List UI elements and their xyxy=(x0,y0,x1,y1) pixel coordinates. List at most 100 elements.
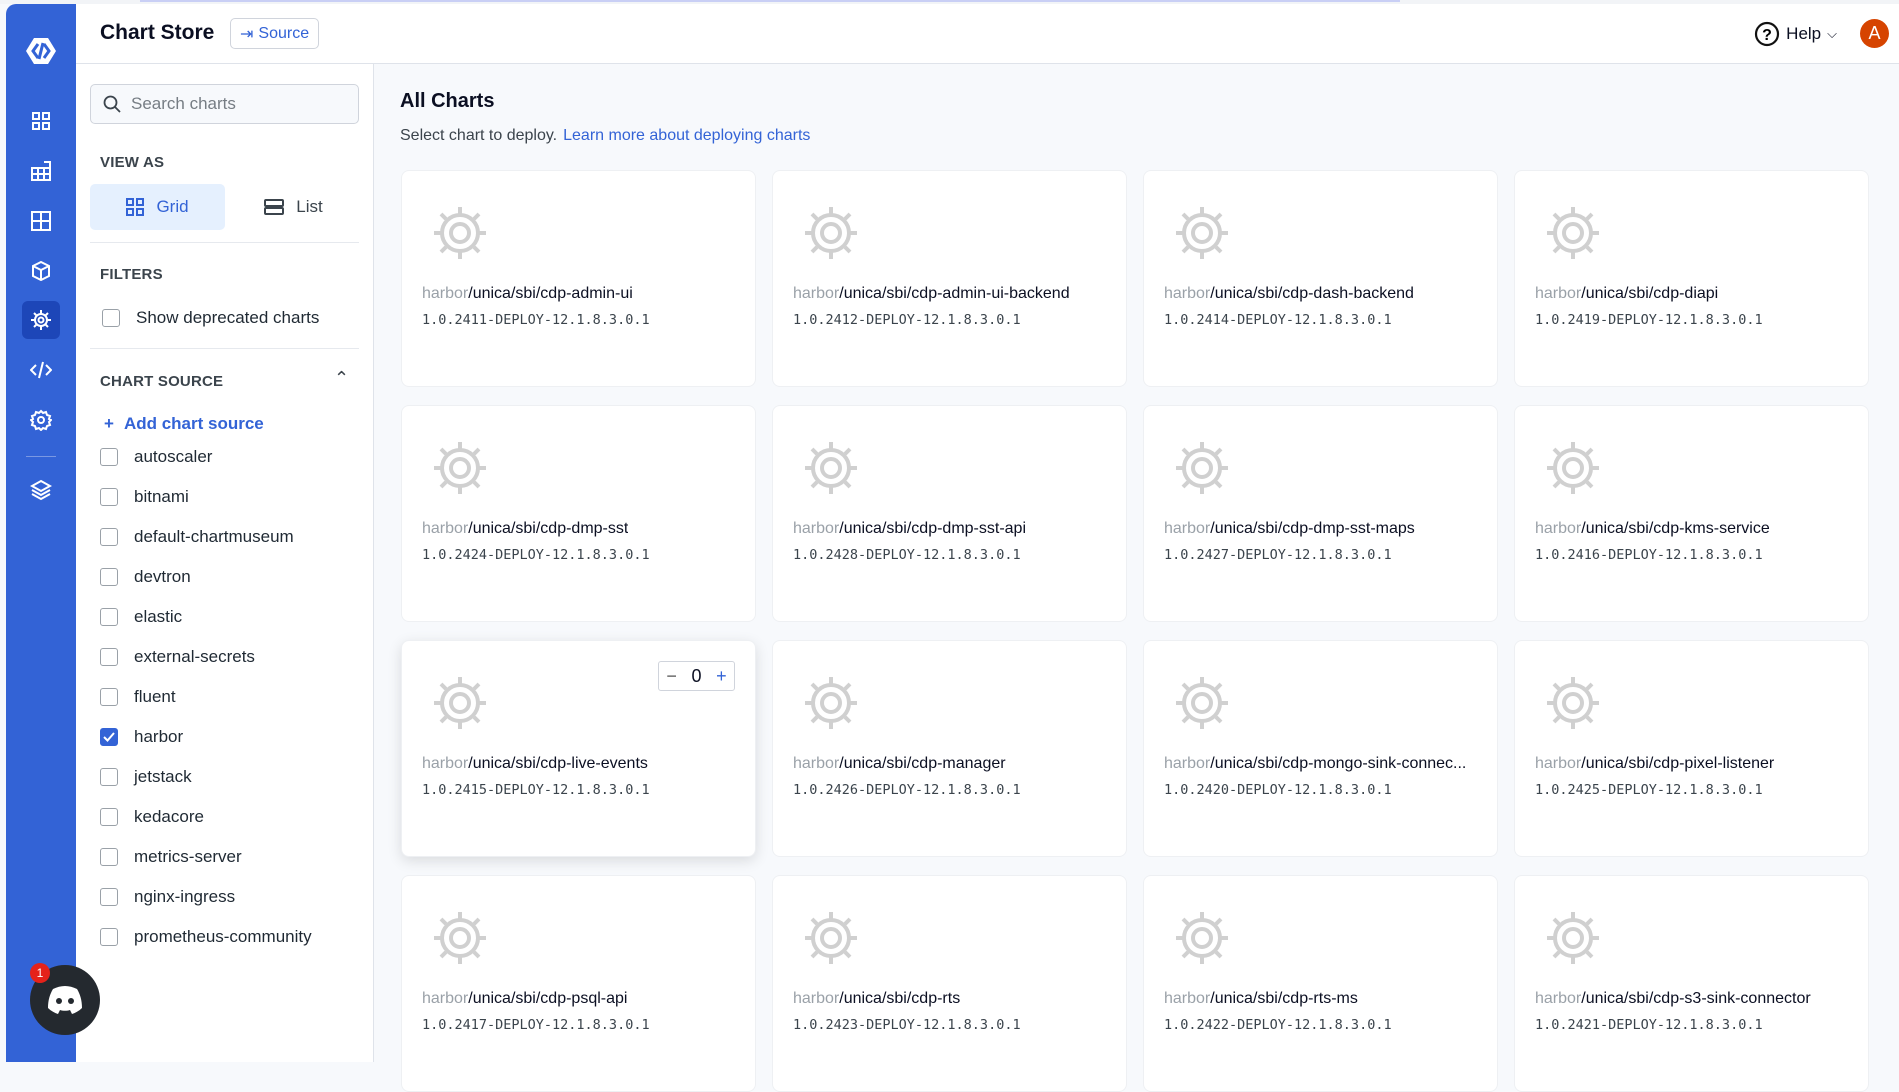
chart-card[interactable]: harbor/unica/sbi/cdp-psql-api 1.0.2417-DE… xyxy=(401,875,756,1092)
help-menu[interactable]: ? Help ⌵ xyxy=(1754,21,1837,47)
chart-version: 1.0.2422-DEPLOY-12.1.8.3.0.1 xyxy=(1164,1017,1392,1033)
chart-source-checkbox-jetstack[interactable]: jetstack xyxy=(100,767,192,787)
chart-repo: harbor xyxy=(793,990,840,1007)
chart-repo: harbor xyxy=(1535,520,1582,537)
chart-source-checkbox-default-chartmuseum[interactable]: default-chartmuseum xyxy=(100,527,294,547)
learn-more-link[interactable]: Learn more about deploying charts xyxy=(563,127,810,144)
section-title: All Charts xyxy=(400,90,495,112)
chart-name: harbor/unica/sbi/cdp-rts xyxy=(793,990,960,1008)
chart-card[interactable]: harbor/unica/sbi/cdp-dash-backend 1.0.241… xyxy=(1143,170,1498,387)
chart-path: /unica/sbi/cdp-manager xyxy=(839,755,1006,772)
minus-button[interactable]: − xyxy=(666,666,677,687)
chart-name: harbor/unica/sbi/cdp-dash-backend xyxy=(1164,285,1414,303)
chart-version: 1.0.2419-DEPLOY-12.1.8.3.0.1 xyxy=(1535,312,1763,328)
notification-badge: 1 xyxy=(30,963,50,983)
list-view-button[interactable]: List xyxy=(226,184,361,230)
chart-path: /unica/sbi/cdp-dash-backend xyxy=(1210,285,1414,302)
chart-name: harbor/unica/sbi/cdp-mongo-sink-connec..… xyxy=(1164,755,1466,773)
main-content: All Charts Select chart to deploy. Learn … xyxy=(375,64,1899,1092)
show-deprecated-checkbox[interactable]: Show deprecated charts xyxy=(102,308,319,328)
checkbox-label: elastic xyxy=(134,607,183,626)
chart-card[interactable]: harbor/unica/sbi/cdp-dmp-sst-maps 1.0.242… xyxy=(1143,405,1498,622)
add-chart-source-label: Add chart source xyxy=(123,414,264,433)
helm-chart-icon xyxy=(1174,675,1230,736)
chart-card[interactable]: harbor/unica/sbi/cdp-pixel-listener 1.0.2… xyxy=(1514,640,1869,857)
chart-card[interactable]: harbor/unica/sbi/cdp-admin-ui-backend 1.0… xyxy=(772,170,1127,387)
chart-card[interactable]: harbor/unica/sbi/cdp-admin-ui 1.0.2411-DE… xyxy=(401,170,756,387)
chart-card[interactable]: −0 + harbor/unica/sbi/cdp-live-events 1.0.2… xyxy=(401,640,756,857)
chart-source-checkbox-harbor[interactable]: harbor xyxy=(100,727,183,747)
search-input[interactable]: Search charts xyxy=(90,84,359,124)
chart-card[interactable]: harbor/unica/sbi/cdp-dmp-sst-api 1.0.2428… xyxy=(772,405,1127,622)
chart-repo: harbor xyxy=(793,520,840,537)
helm-chart-icon xyxy=(432,910,488,971)
filter-panel: Search charts VIEW AS Grid List FILTERS … xyxy=(76,64,374,1062)
plus-button[interactable]: + xyxy=(716,666,727,687)
chevron-up-icon[interactable]: ⌃ xyxy=(334,368,349,389)
chart-card[interactable]: harbor/unica/sbi/cdp-kms-service 1.0.2416… xyxy=(1514,405,1869,622)
helm-chart-icon xyxy=(432,675,488,736)
chart-repo: harbor xyxy=(422,990,469,1007)
chart-name: harbor/unica/sbi/cdp-dmp-sst-maps xyxy=(1164,520,1415,538)
chart-source-checkbox-metrics-server[interactable]: metrics-server xyxy=(100,847,242,867)
resource-browser-icon[interactable] xyxy=(22,202,60,240)
chart-path: /unica/sbi/cdp-dmp-sst-maps xyxy=(1210,520,1415,537)
applications-icon[interactable] xyxy=(22,102,60,140)
source-arrow-icon: ⇥ xyxy=(240,25,254,43)
chart-repo: harbor xyxy=(1535,990,1582,1007)
chart-card[interactable]: harbor/unica/sbi/cdp-mongo-sink-connec..… xyxy=(1143,640,1498,857)
stepper-value: 0 xyxy=(691,665,702,686)
quantity-stepper[interactable]: −0 + xyxy=(658,661,735,691)
chart-card[interactable]: harbor/unica/sbi/cdp-rts-ms 1.0.2422-DEPL… xyxy=(1143,875,1498,1092)
checkbox-label: metrics-server xyxy=(134,847,242,866)
chart-repo: harbor xyxy=(1164,520,1211,537)
source-button[interactable]: ⇥ Source xyxy=(230,18,320,49)
chart-source-checkbox-kedacore[interactable]: kedacore xyxy=(100,807,204,827)
chart-path: /unica/sbi/cdp-psql-api xyxy=(468,990,628,1007)
source-label: Source xyxy=(258,24,310,42)
chart-card[interactable]: harbor/unica/sbi/cdp-dmp-sst 1.0.2424-DEP… xyxy=(401,405,756,622)
chart-source-checkbox-autoscaler[interactable]: autoscaler xyxy=(100,447,212,467)
avatar[interactable]: A xyxy=(1860,19,1889,48)
helm-chart-icon xyxy=(1174,205,1230,266)
chart-source-checkbox-nginx-ingress[interactable]: nginx-ingress xyxy=(100,887,235,907)
chart-grid: harbor/unica/sbi/cdp-admin-ui 1.0.2411-DE… xyxy=(401,170,1869,1092)
chart-version: 1.0.2411-DEPLOY-12.1.8.3.0.1 xyxy=(422,312,650,328)
divider xyxy=(90,348,359,349)
chart-path: /unica/sbi/cdp-s3-sink-connector xyxy=(1581,990,1811,1007)
settings-icon[interactable] xyxy=(22,401,60,439)
chart-card[interactable]: harbor/unica/sbi/cdp-diapi 1.0.2419-DEPLO… xyxy=(1514,170,1869,387)
chart-source-checkbox-prometheus-community[interactable]: prometheus-community xyxy=(100,927,312,947)
chart-source-checkbox-fluent[interactable]: fluent xyxy=(100,687,176,707)
chart-source-checkbox-bitnami[interactable]: bitnami xyxy=(100,487,189,507)
chart-path: /unica/sbi/cdp-live-events xyxy=(468,755,648,772)
chart-card[interactable]: harbor/unica/sbi/cdp-manager 1.0.2426-DEP… xyxy=(772,640,1127,857)
chart-name: harbor/unica/sbi/cdp-admin-ui-backend xyxy=(793,285,1070,303)
chart-source-checkbox-devtron[interactable]: devtron xyxy=(100,567,191,587)
grid-view-button[interactable]: Grid xyxy=(90,184,225,230)
devtron-logo-icon[interactable] xyxy=(22,32,60,70)
checkbox-label: default-chartmuseum xyxy=(134,527,294,546)
chart-name: harbor/unica/sbi/cdp-admin-ui xyxy=(422,285,633,303)
chart-path: /unica/sbi/cdp-admin-ui xyxy=(468,285,633,302)
add-chart-source-button[interactable]: + Add chart source xyxy=(104,414,264,434)
chart-store-icon[interactable] xyxy=(22,301,60,339)
checkbox-box xyxy=(100,488,118,506)
chart-path: /unica/sbi/cdp-dmp-sst xyxy=(468,520,629,537)
help-icon: ? xyxy=(1755,21,1780,47)
chart-source-checkbox-elastic[interactable]: elastic xyxy=(100,607,182,627)
list-label: List xyxy=(296,197,323,216)
app-groups-icon[interactable] xyxy=(22,152,60,190)
cube-icon[interactable] xyxy=(22,252,60,290)
search-placeholder: Search charts xyxy=(131,94,236,113)
code-icon[interactable] xyxy=(22,351,60,389)
chart-name: harbor/unica/sbi/cdp-dmp-sst-api xyxy=(793,520,1026,538)
chart-version: 1.0.2412-DEPLOY-12.1.8.3.0.1 xyxy=(793,312,1021,328)
layers-icon[interactable] xyxy=(22,471,60,509)
chart-card[interactable]: harbor/unica/sbi/cdp-s3-sink-connector 1.… xyxy=(1514,875,1869,1092)
chart-path: /unica/sbi/cdp-dmp-sst-api xyxy=(839,520,1026,537)
chart-source-checkbox-external-secrets[interactable]: external-secrets xyxy=(100,647,255,667)
chart-card[interactable]: harbor/unica/sbi/cdp-rts 1.0.2423-DEPLOY-… xyxy=(772,875,1127,1092)
checkbox-box xyxy=(100,448,118,466)
plus-icon: + xyxy=(104,414,114,433)
